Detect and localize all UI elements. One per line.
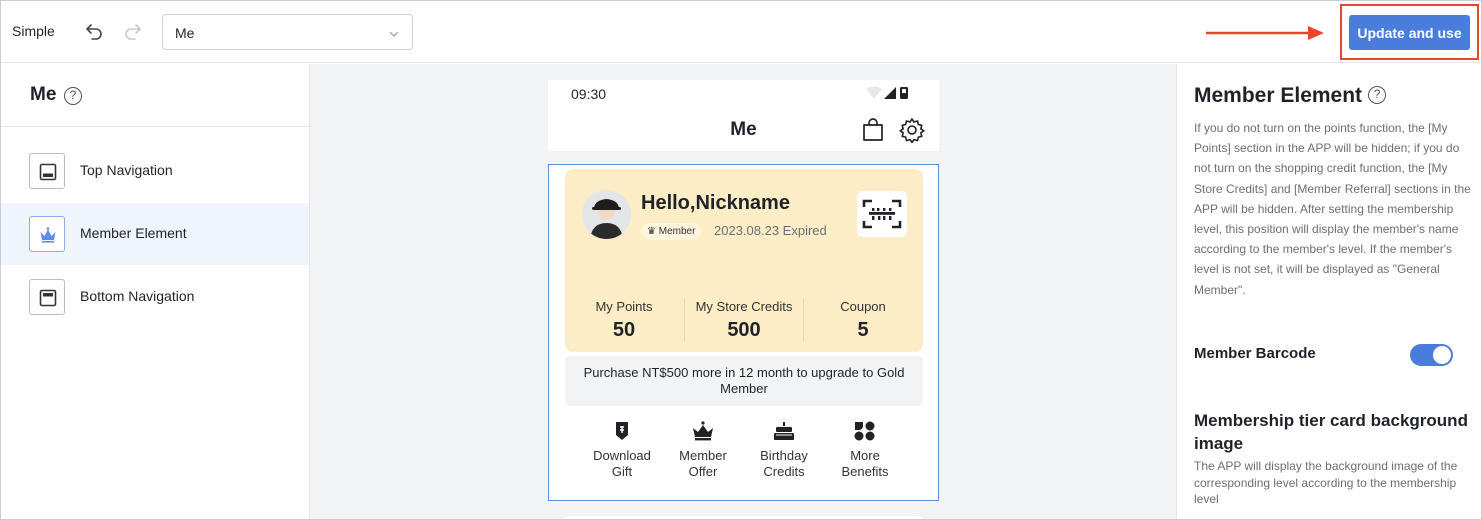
benefit-label: Download Gift: [582, 448, 662, 480]
member-expiry: 2023.08.23 Expired: [714, 223, 827, 238]
member-barcode-label: Member Barcode: [1194, 345, 1316, 362]
stat-value: 5: [857, 319, 869, 341]
toggle-knob: [1433, 346, 1451, 364]
benefit-label-line: Gift: [611, 464, 633, 479]
benefit-member-offer[interactable]: Member Offer: [663, 421, 743, 480]
editor-window: Simple Me Update and use Me ? Top Naviga…: [0, 0, 1482, 520]
benefit-download-gift[interactable]: Download Gift: [582, 421, 662, 480]
panel-title-text: Member Element: [1194, 84, 1363, 107]
toolbar: Simple Me Update and use: [1, 1, 1481, 63]
bg-image-section-description: The APP will display the background imag…: [1194, 459, 1458, 506]
benefit-label: More Benefits: [825, 448, 905, 480]
member-greeting: Hello,Nickname: [641, 192, 790, 214]
properties-panel: Member Element? If you do not turn on th…: [1176, 64, 1481, 519]
stat-my-store-credits[interactable]: My Store Credits 500: [694, 299, 794, 342]
benefit-label-line: Birthday: [760, 448, 808, 463]
sidebar-title: Me ?: [30, 84, 82, 106]
member-barcode-toggle[interactable]: [1410, 344, 1453, 366]
stat-coupon[interactable]: Coupon 5: [813, 299, 913, 342]
barcode-icon: [862, 199, 902, 229]
gear-icon[interactable]: [899, 117, 925, 144]
phone-preview: 09:30 Me Hello,Nickname ♛ Member 2023.08…: [548, 80, 939, 519]
panel-title: Member Element?: [1194, 84, 1387, 108]
phone-header: 09:30 Me: [548, 80, 939, 151]
member-tier-badge: ♛ Member: [641, 223, 702, 240]
stat-label: Coupon: [840, 299, 886, 314]
stat-value: 50: [612, 319, 636, 341]
sidebar-item-label: Bottom Navigation: [80, 288, 195, 304]
benefit-label-line: More: [850, 448, 880, 463]
stat-label: My Points: [595, 299, 653, 314]
sidebar-item-label: Top Navigation: [80, 162, 173, 178]
gift-tag-icon: [616, 422, 628, 440]
page-select[interactable]: Me: [162, 14, 413, 50]
chevron-down-icon: [388, 27, 400, 39]
bottom-navigation-icon: [29, 279, 65, 315]
help-icon[interactable]: ?: [64, 87, 82, 105]
benefit-more-benefits[interactable]: More Benefits: [825, 421, 905, 480]
stat-divider: [803, 299, 804, 341]
upgrade-hint: Purchase NT$500 more in 12 month to upgr…: [565, 356, 923, 406]
stat-divider: [684, 299, 685, 341]
update-button-highlight: Update and use: [1340, 4, 1479, 60]
more-grid-icon: [854, 421, 875, 441]
sidebar-item-member-element[interactable]: Member Element: [1, 203, 309, 265]
redo-icon[interactable]: [122, 20, 142, 42]
crown-icon: [29, 216, 65, 252]
stat-label: My Store Credits: [695, 299, 793, 314]
panel-description: If you do not turn on the points functio…: [1194, 121, 1471, 297]
sidebar-header: Me ?: [1, 64, 309, 127]
benefit-label: Member Offer: [663, 448, 743, 480]
crown-icon: [693, 421, 713, 441]
top-navigation-icon: [29, 153, 65, 189]
shopping-bag-icon[interactable]: [862, 118, 884, 142]
benefit-label: Birthday Credits: [744, 448, 824, 480]
sidebar-item-top-navigation[interactable]: Top Navigation: [1, 140, 309, 202]
sidebar-title-text: Me: [30, 84, 57, 105]
undo-icon[interactable]: [85, 20, 105, 42]
cake-icon: [774, 422, 794, 440]
arrow-right-icon: [1206, 25, 1326, 41]
member-element-block[interactable]: Hello,Nickname ♛ Member 2023.08.23 Expir…: [548, 164, 939, 501]
stat-my-points[interactable]: My Points 50: [574, 299, 674, 342]
page-select-value: Me: [175, 25, 195, 41]
barcode-scan-button[interactable]: [857, 191, 907, 237]
benefit-label-line: Member: [679, 448, 727, 463]
status-icons: [866, 86, 918, 100]
preview-canvas: 09:30 Me Hello,Nickname ♛ Member 2023.08…: [310, 64, 1176, 519]
benefit-birthday-credits[interactable]: Birthday Credits: [744, 421, 824, 480]
component-sidebar: Me ? Top Navigation Member Element Botto…: [1, 64, 310, 519]
benefit-label-line: Offer: [688, 464, 718, 479]
stat-value: 500: [727, 319, 761, 341]
sidebar-item-label: Member Element: [80, 225, 187, 241]
next-section-block: [562, 516, 924, 519]
mode-label: Simple: [12, 23, 55, 39]
update-and-use-button[interactable]: Update and use: [1349, 15, 1470, 50]
avatar: [582, 190, 631, 239]
benefit-label-line: Benefits: [841, 464, 889, 479]
sidebar-item-bottom-navigation[interactable]: Bottom Navigation: [1, 266, 309, 328]
member-tier-text: Member: [658, 226, 696, 237]
status-time: 09:30: [571, 86, 607, 102]
member-card: Hello,Nickname ♛ Member 2023.08.23 Expir…: [565, 169, 923, 352]
help-icon[interactable]: ?: [1368, 85, 1387, 104]
benefit-label-line: Download: [593, 448, 651, 463]
benefit-label-line: Credits: [763, 464, 805, 479]
bg-image-section-title: Membership tier card background image: [1194, 411, 1468, 453]
crown-icon: ♛: [647, 226, 656, 237]
